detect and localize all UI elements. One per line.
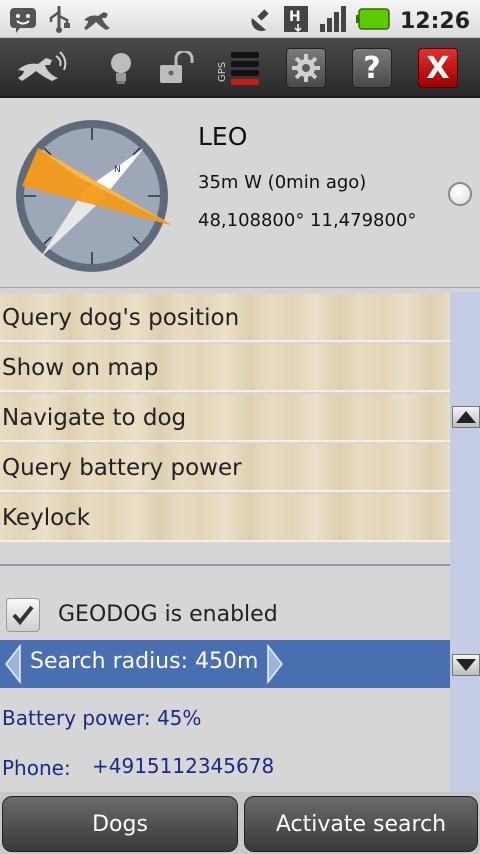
settings-gear-icon <box>286 48 326 88</box>
battery-power-text: Battery power: 45% <box>2 706 202 730</box>
settings-button[interactable] <box>286 48 326 88</box>
usb-icon <box>46 4 72 38</box>
dog-running-icon <box>80 4 114 38</box>
dog-tracker-logo-icon[interactable] <box>10 48 70 88</box>
activate-search-button[interactable]: Activate search <box>244 796 478 852</box>
geodog-toggle-row[interactable]: GEODOG is enabled <box>0 592 450 640</box>
action-list: Query dog's position Show on map Navigat… <box>0 292 450 792</box>
help-icon: ? <box>352 48 392 88</box>
svg-text:H: H <box>289 9 301 25</box>
radius-increase-icon[interactable] <box>264 643 284 685</box>
radius-decrease-icon[interactable] <box>4 643 24 685</box>
compass-icon: N <box>14 118 174 278</box>
menu-item-query-position[interactable]: Query dog's position <box>0 294 450 342</box>
phone-number[interactable]: +4915112345678 <box>92 754 274 778</box>
dogs-button[interactable]: Dogs <box>2 796 238 852</box>
menu-item-navigate[interactable]: Navigate to dog <box>0 394 450 442</box>
signal-bars-icon <box>318 4 348 38</box>
geodog-checkbox[interactable] <box>6 598 40 632</box>
checkmark-icon <box>12 605 34 626</box>
toolbar: GPS ? X <box>0 38 480 98</box>
dog-distance: 35m W (0min ago) <box>198 172 367 193</box>
geodog-label: GEODOG is enabled <box>58 602 278 627</box>
arrow-up-icon <box>456 411 476 423</box>
close-button[interactable]: X <box>418 48 458 88</box>
search-radius-selector[interactable]: Search radius: 450m <box>0 640 450 688</box>
dog-info-panel: N LEO 35m W (0min ago) 48,108800° 11,479… <box>0 100 480 288</box>
divider <box>0 564 450 566</box>
help-button[interactable]: ? <box>352 48 392 88</box>
menu-item-query-battery[interactable]: Query battery power <box>0 444 450 492</box>
dog-name: LEO <box>198 122 248 151</box>
gps-status-icon[interactable]: GPS <box>214 48 264 88</box>
notification-smiley-icon <box>8 4 38 38</box>
scroll-rail[interactable] <box>450 292 480 792</box>
menu-item-keylock[interactable]: Keylock <box>0 494 450 542</box>
lock-open-icon[interactable] <box>156 48 196 88</box>
dog-coordinates: 48,108800° 11,479800° <box>198 210 417 231</box>
status-bar: H 12:26 <box>0 0 480 38</box>
dog-select-radio[interactable] <box>448 182 472 206</box>
status-time: 12:26 <box>399 8 470 34</box>
scroll-down-button[interactable] <box>452 654 480 676</box>
compass-north-label: N <box>114 165 121 175</box>
phone-label: Phone: <box>2 756 71 780</box>
search-radius-value: Search radius: 450m <box>30 649 259 674</box>
lightbulb-icon[interactable] <box>104 48 138 88</box>
gps-satellite-icon <box>248 4 274 38</box>
arrow-down-icon <box>456 659 476 671</box>
gps-label: GPS <box>217 62 228 82</box>
battery-icon <box>355 4 392 38</box>
network-h-icon: H <box>282 4 310 38</box>
scroll-up-button[interactable] <box>452 406 480 428</box>
bottom-bar: Dogs Activate search <box>0 792 480 854</box>
menu-item-show-on-map[interactable]: Show on map <box>0 344 450 392</box>
close-icon: X <box>418 48 458 88</box>
